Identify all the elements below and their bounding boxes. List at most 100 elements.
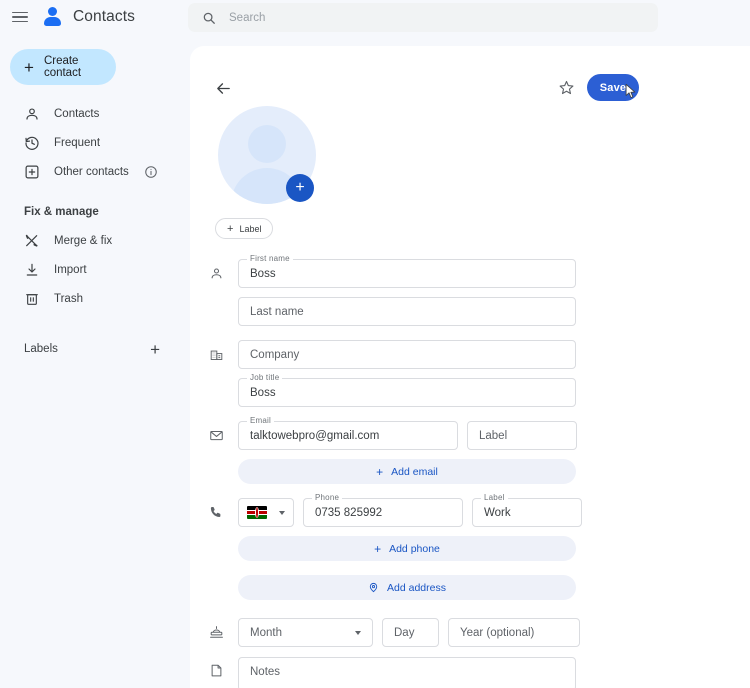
sidebar-nav-list: Contacts Frequent Other contacts Fix & m…: [0, 99, 188, 363]
first-name-value: Boss: [250, 267, 276, 280]
sidebar-section-title: Fix & manage: [24, 206, 99, 218]
birthday-year-input[interactable]: Year (optional): [448, 618, 580, 647]
job-title-input[interactable]: Job title Boss: [238, 373, 576, 407]
phone-label-value: Work: [484, 506, 511, 519]
plus-icon: +: [376, 464, 384, 479]
person-add-box-icon: [24, 164, 40, 180]
add-label-chip-label: Label: [239, 223, 262, 234]
merge-tools-icon: [24, 233, 40, 249]
last-name-input[interactable]: Last name: [238, 297, 576, 326]
triangle-down-icon: [279, 510, 285, 515]
birthday-year-placeholder: Year (optional): [460, 626, 535, 639]
company-input[interactable]: Company: [238, 340, 576, 369]
sidebar-item-contacts[interactable]: Contacts: [0, 99, 188, 128]
create-label-plus-icon[interactable]: +: [150, 341, 160, 358]
company-placeholder: Company: [250, 348, 300, 361]
phone-label-input[interactable]: Label Work: [472, 493, 582, 527]
first-name-legend: First name: [247, 254, 293, 263]
plus-icon: +: [24, 57, 34, 77]
info-circle-icon[interactable]: [144, 165, 158, 179]
contacts-person-logo-icon: [42, 6, 64, 28]
contact-editor-panel: Save + + Label First name Boss Last name…: [190, 46, 750, 688]
kenya-flag-icon: [247, 506, 267, 519]
email-label-placeholder: Label: [479, 429, 508, 442]
sidebar-item-label: Frequent: [54, 136, 101, 149]
email-value: talktowebpro@gmail.com: [250, 429, 380, 442]
add-email-label: Add email: [391, 465, 438, 478]
form-row-birthday: Month Day Year (optional): [190, 618, 750, 647]
phone-value: 0735 825992: [315, 506, 383, 519]
hamburger-menu-icon[interactable]: [12, 7, 32, 27]
form-row-email: Email talktowebpro@gmail.com Label: [190, 416, 750, 450]
form-row-job-title: Job title Boss: [190, 373, 750, 407]
sidebar-item-label: Import: [54, 263, 87, 276]
phone-label-legend: Label: [481, 493, 508, 502]
contact-avatar[interactable]: +: [218, 106, 316, 204]
sidebar-labels-title: Labels: [24, 343, 58, 355]
add-phone-button[interactable]: + Add phone: [238, 536, 576, 561]
email-legend: Email: [247, 416, 275, 425]
company-building-icon: [208, 346, 225, 363]
phone-handset-icon: [208, 504, 225, 521]
sidebar-labels-row: Labels +: [0, 335, 188, 363]
phone-number-input[interactable]: Phone 0735 825992: [303, 493, 463, 527]
phone-legend: Phone: [312, 493, 343, 502]
form-row-first-name: First name Boss: [190, 254, 750, 288]
sidebar-item-label: Trash: [54, 292, 83, 305]
last-name-placeholder: Last name: [250, 305, 304, 318]
sidebar-item-label: Other contacts: [54, 165, 129, 178]
birthday-month-select[interactable]: Month: [238, 618, 373, 647]
location-pin-icon: [368, 582, 379, 593]
search-input[interactable]: Search: [188, 3, 658, 32]
app-title: Contacts: [73, 8, 135, 25]
plus-icon: +: [374, 541, 382, 556]
job-title-legend: Job title: [247, 373, 283, 382]
form-row-company: Company: [190, 340, 750, 369]
person-outline-icon: [208, 265, 225, 282]
form-row-last-name: Last name: [190, 297, 750, 326]
notes-input[interactable]: Notes: [238, 657, 576, 688]
search-icon: [202, 11, 216, 25]
job-title-value: Boss: [250, 386, 276, 399]
add-photo-plus-icon[interactable]: +: [286, 174, 314, 202]
sidebar-item-trash[interactable]: Trash: [0, 284, 188, 313]
editor-header: Save: [190, 46, 750, 104]
add-email-button[interactable]: + Add email: [238, 459, 576, 484]
save-button[interactable]: Save: [587, 74, 639, 101]
sidebar-item-merge-and-fix[interactable]: Merge & fix: [0, 226, 188, 255]
birthday-month-placeholder: Month: [250, 626, 282, 639]
birthday-day-placeholder: Day: [394, 626, 415, 639]
birthday-day-input[interactable]: Day: [382, 618, 439, 647]
save-button-label: Save: [599, 81, 627, 94]
email-label-input[interactable]: Label: [467, 421, 577, 450]
person-outline-icon: [24, 106, 40, 122]
create-contact-label: Create contact: [43, 55, 82, 79]
triangle-down-icon: [355, 630, 361, 635]
search-placeholder: Search: [229, 11, 266, 24]
contact-form: First name Boss Last name Company Job ti…: [190, 254, 750, 688]
note-page-icon: [208, 662, 225, 679]
phone-country-selector[interactable]: [238, 498, 294, 527]
email-input[interactable]: Email talktowebpro@gmail.com: [238, 416, 458, 450]
sidebar-item-label: Contacts: [54, 107, 100, 120]
history-clock-icon: [24, 135, 40, 151]
trash-can-icon: [24, 291, 40, 307]
star-outline-icon[interactable]: [558, 79, 575, 96]
add-address-button[interactable]: Add address: [238, 575, 576, 600]
contacts-app-window: Contacts Search + Create contact Contact…: [0, 0, 750, 688]
add-address-label: Add address: [387, 581, 446, 594]
app-brand[interactable]: Contacts: [42, 6, 135, 28]
notes-placeholder: Notes: [250, 666, 281, 678]
plus-icon: +: [227, 222, 234, 235]
create-contact-button[interactable]: + Create contact: [10, 49, 116, 85]
envelope-icon: [208, 427, 225, 444]
sidebar-item-other-contacts[interactable]: Other contacts: [0, 157, 188, 186]
arrow-left-icon[interactable]: [215, 80, 232, 97]
sidebar-item-import[interactable]: Import: [0, 255, 188, 284]
add-label-chip[interactable]: + Label: [215, 218, 274, 239]
form-row-phone: Phone 0735 825992 Label Work: [190, 493, 750, 527]
first-name-input[interactable]: First name Boss: [238, 254, 576, 288]
sidebar-item-frequent[interactable]: Frequent: [0, 128, 188, 157]
add-phone-label: Add phone: [389, 542, 440, 555]
form-row-notes: Notes: [190, 657, 750, 688]
